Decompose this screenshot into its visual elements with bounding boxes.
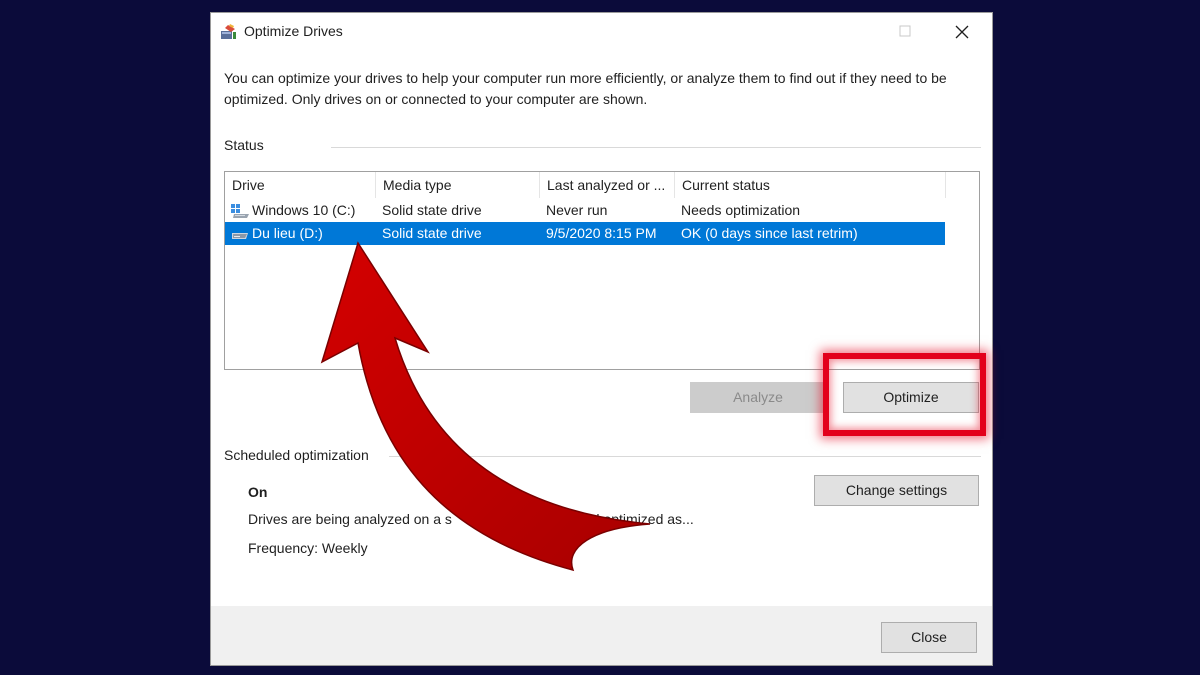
- drives-list[interactable]: Drive Media type Last analyzed or ... Cu…: [224, 171, 980, 370]
- analyze-button[interactable]: Analyze: [690, 382, 826, 413]
- maximize-button[interactable]: [883, 15, 929, 49]
- column-header-last-analyzed[interactable]: Last analyzed or ...: [540, 172, 675, 198]
- maximize-icon: [899, 25, 911, 37]
- title-bar[interactable]: Optimize Drives: [211, 13, 992, 51]
- minimize-button[interactable]: [829, 15, 875, 49]
- schedule-state: On: [248, 484, 268, 500]
- column-header-current-status[interactable]: Current status: [675, 172, 946, 198]
- column-header-drive[interactable]: Drive: [225, 172, 376, 198]
- scheduled-divider: [389, 456, 981, 457]
- optimize-highlight-box: [823, 353, 986, 436]
- schedule-description-start: Drives are being analyzed on a s: [248, 511, 452, 527]
- window-title: Optimize Drives: [244, 23, 343, 39]
- close-icon: [955, 25, 969, 39]
- close-button[interactable]: Close: [881, 622, 977, 653]
- status-group-label: Status: [224, 137, 264, 153]
- drive-icon: [232, 233, 248, 239]
- status-divider: [331, 147, 981, 148]
- last-analyzed: 9/5/2020 8:15 PM: [546, 225, 657, 241]
- drive-name: Du lieu (D:): [252, 225, 323, 241]
- schedule-frequency: Frequency: Weekly: [248, 540, 368, 556]
- close-window-button[interactable]: [939, 15, 985, 49]
- change-settings-button[interactable]: Change settings: [814, 475, 979, 506]
- column-header-media-type[interactable]: Media type: [376, 172, 540, 198]
- drive-row-c[interactable]: Windows 10 (C:) Solid state drive Never …: [225, 199, 945, 222]
- current-status: OK (0 days since last retrim): [681, 225, 858, 241]
- schedule-description-end: nd optimized as...: [584, 511, 694, 527]
- description-text: You can optimize your drives to help you…: [224, 70, 947, 107]
- last-analyzed: Never run: [546, 202, 608, 218]
- defrag-app-icon: [221, 24, 236, 39]
- optimize-drives-window: Optimize Drives You can optimize your dr…: [210, 12, 993, 666]
- windows-drive-icon: [231, 204, 249, 218]
- dialog-footer: Close: [211, 606, 992, 665]
- media-type: Solid state drive: [382, 202, 482, 218]
- current-status: Needs optimization: [681, 202, 801, 218]
- list-header: Drive Media type Last analyzed or ... Cu…: [225, 172, 979, 198]
- minimize-icon: [846, 30, 856, 32]
- scheduled-group-label: Scheduled optimization: [224, 447, 369, 463]
- drive-name: Windows 10 (C:): [252, 202, 356, 218]
- media-type: Solid state drive: [382, 225, 482, 241]
- drive-row-d[interactable]: Du lieu (D:) Solid state drive 9/5/2020 …: [225, 222, 945, 245]
